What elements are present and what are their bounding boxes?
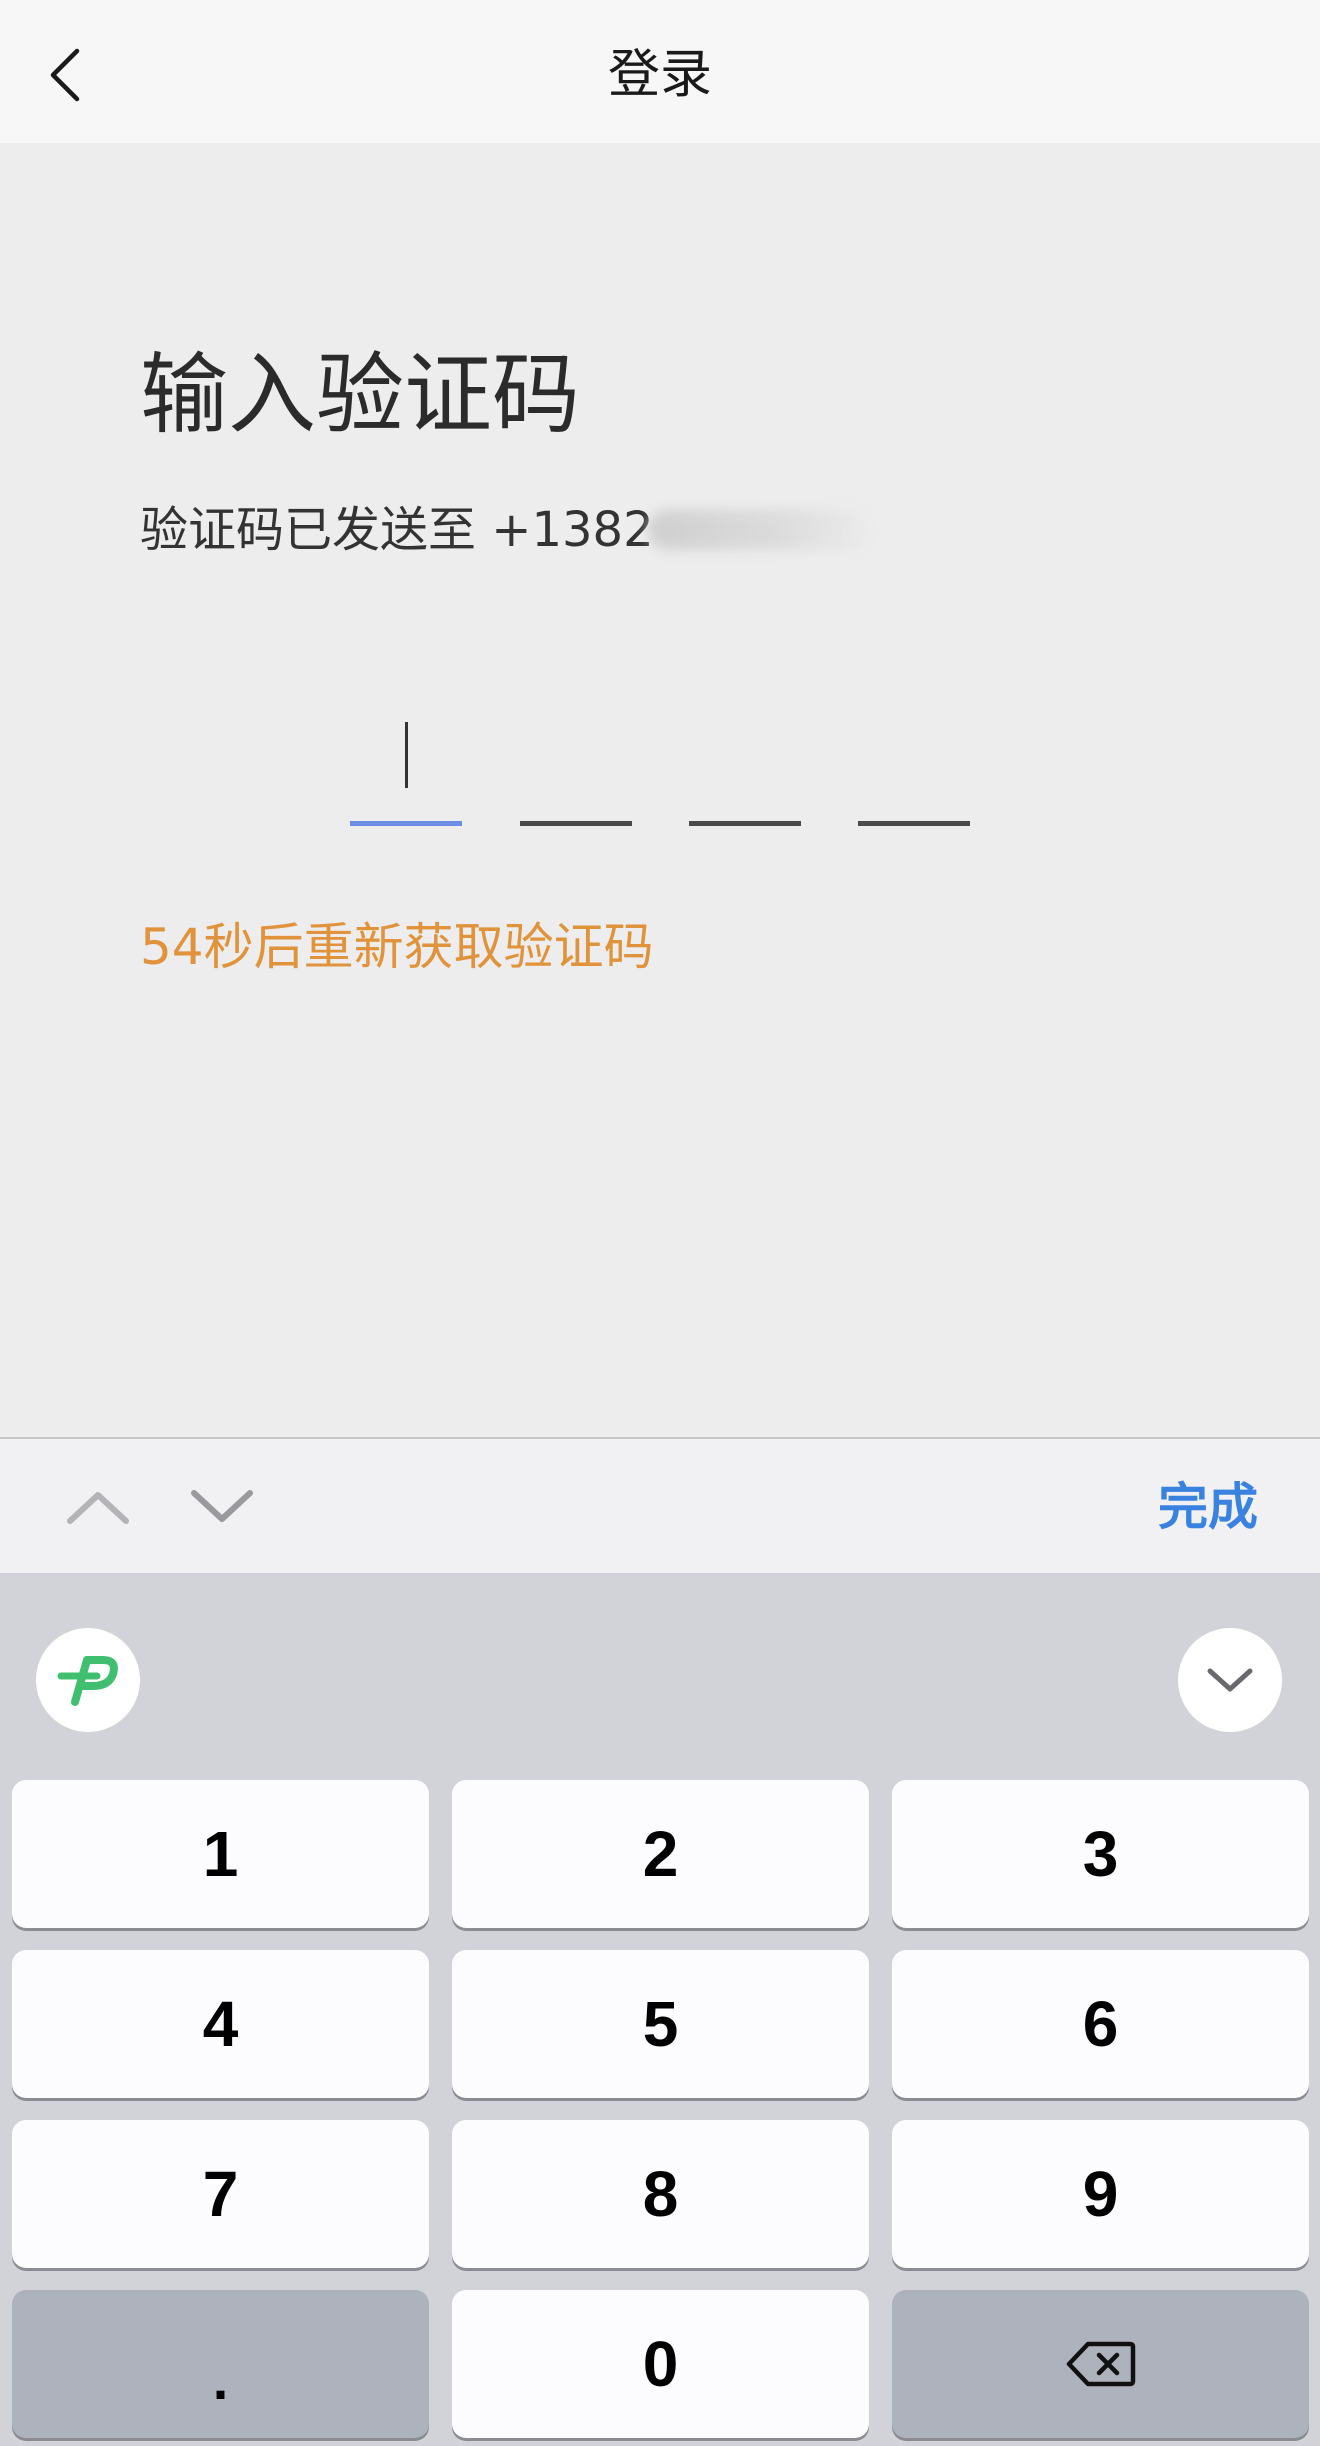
text-caret xyxy=(405,722,408,788)
sent-to-text: 验证码已发送至 +1382 xyxy=(140,495,873,565)
key-3[interactable]: 3 xyxy=(892,1780,1309,1928)
code-digit-2[interactable] xyxy=(520,700,632,826)
page-title: 登录 xyxy=(607,45,712,105)
keyboard-accessory-bar: 完成 xyxy=(0,1437,1320,1575)
key-5[interactable]: 5 xyxy=(452,1950,869,2098)
key-7[interactable]: 7 xyxy=(12,2120,429,2268)
chevron-down-icon xyxy=(191,1490,253,1522)
key-1[interactable]: 1 xyxy=(12,1780,429,1928)
sent-to-prefix: 验证码已发送至 +1382 xyxy=(140,502,654,558)
chevron-up-icon xyxy=(67,1492,129,1524)
keyboard-app-logo-icon xyxy=(57,1656,118,1706)
key-6[interactable]: 6 xyxy=(892,1950,1309,2098)
key-2[interactable]: 2 xyxy=(452,1780,869,1928)
done-button[interactable]: 完成 xyxy=(1158,1469,1258,1545)
delete-key[interactable] xyxy=(892,2290,1309,2438)
chevron-down-icon xyxy=(1207,1668,1253,1692)
hide-keyboard-button[interactable] xyxy=(1178,1628,1282,1732)
navigation-bar: 登录 xyxy=(0,0,1320,143)
keyboard-app-button[interactable] xyxy=(36,1628,140,1732)
key-9[interactable]: 9 xyxy=(892,2120,1309,2268)
code-input-row xyxy=(350,700,970,830)
next-field-button[interactable] xyxy=(184,1469,260,1545)
numeric-keyboard: 1 2 3 4 5 6 7 8 9 . 0 xyxy=(0,1573,1320,2446)
backspace-icon xyxy=(1066,2341,1135,2387)
key-decimal-point[interactable]: . xyxy=(12,2290,429,2438)
key-0[interactable]: 0 xyxy=(452,2290,869,2438)
code-digit-4[interactable] xyxy=(858,700,970,826)
code-digit-1[interactable] xyxy=(350,700,462,826)
previous-field-button[interactable] xyxy=(60,1469,136,1545)
key-4[interactable]: 4 xyxy=(12,1950,429,2098)
key-8[interactable]: 8 xyxy=(452,2120,869,2268)
resend-countdown[interactable]: 54秒后重新获取验证码 xyxy=(140,910,654,985)
code-digit-3[interactable] xyxy=(689,700,801,826)
verification-heading: 输入验证码 xyxy=(140,343,581,446)
masked-phone-number xyxy=(647,510,873,550)
